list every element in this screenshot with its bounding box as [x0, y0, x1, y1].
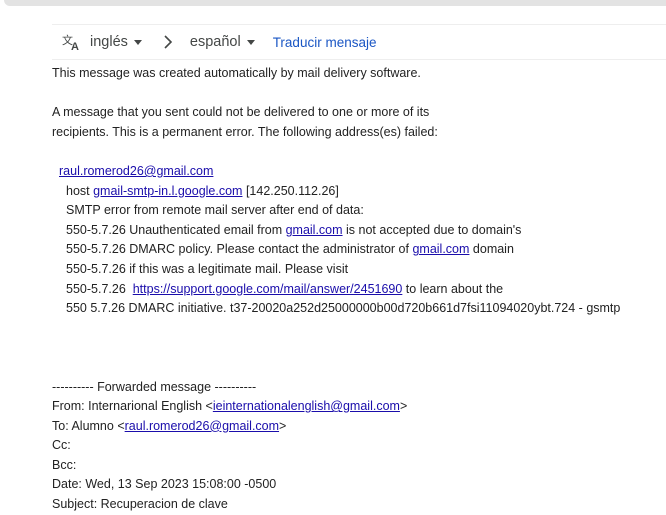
forwarded-subject: Subject: Recuperacion de clave [52, 497, 228, 512]
gmail-link[interactable]: gmail.com [286, 223, 343, 237]
from-close: > [399, 399, 408, 414]
text: domain [469, 242, 514, 257]
from-email-link[interactable]: ieinternationalenglish@gmail.com [213, 399, 400, 413]
from-label: From: Internarional English < [52, 399, 213, 414]
target-language-dropdown[interactable]: español [182, 34, 255, 50]
forwarded-cc: Cc: [52, 438, 71, 453]
message-body: This message was created automatically b… [52, 64, 620, 515]
to-label: To: Alumno < [52, 418, 125, 433]
text: 550-5.7.26 [66, 281, 133, 296]
auto-note: This message was created automatically b… [52, 66, 421, 80]
error-550-line-2: 550-5.7.26 DMARC policy. Please contact … [52, 240, 620, 260]
translate-bar: 文 A inglés español Traducir mensaje [52, 24, 666, 60]
failed-address-row: raul.romerod26@gmail.com [52, 162, 620, 182]
source-language-dropdown[interactable]: inglés [82, 34, 142, 50]
forwarded-to: To: Alumno <raul.romerod26@gmail.com> [52, 417, 620, 437]
source-language-label: inglés [90, 34, 128, 50]
error-550-line-5: 550 5.7.26 DMARC initiative. t37-20020a2… [66, 301, 621, 316]
target-language-label: español [189, 34, 241, 50]
host-ip: [142.250.112.26] [242, 183, 339, 198]
forwarded-header: ---------- Forwarded message ---------- [52, 379, 257, 394]
error-line-2: recipients. This is a permanent error. T… [52, 124, 438, 139]
top-strip [0, 0, 666, 8]
error-550-line-1: 550-5.7.26 Unauthenticated email from gm… [52, 221, 620, 241]
host-link[interactable]: gmail-smtp-in.l.google.com [93, 184, 242, 198]
chevron-right-icon [162, 35, 174, 49]
translate-icon: 文 A [62, 32, 82, 53]
chevron-down-icon [246, 39, 255, 45]
error-550-line-3: 550-5.7.26 if this was a legitimate mail… [66, 261, 349, 276]
to-email-link[interactable]: raul.romerod26@gmail.com [125, 419, 279, 433]
error-line-1: A message that you sent could not be del… [52, 105, 430, 120]
forwarded-bcc: Bcc: [52, 457, 77, 472]
host-line: host gmail-smtp-in.l.google.com [142.250… [52, 182, 620, 202]
failed-address-link[interactable]: raul.romerod26@gmail.com [59, 164, 213, 178]
gmail-link[interactable]: gmail.com [412, 242, 469, 256]
smtp-error-line: SMTP error from remote mail server after… [66, 203, 364, 218]
to-close: > [279, 418, 287, 433]
text: is not accepted due to domain's [342, 222, 522, 237]
error-550-line-4: 550-5.7.26 https://support.google.com/ma… [52, 280, 620, 300]
host-prefix: host [66, 183, 94, 198]
forwarded-from: From: Internarional English <ieinternati… [52, 397, 620, 417]
chevron-down-icon [133, 39, 142, 45]
text: 550-5.7.26 Unauthenticated email from [66, 222, 286, 237]
translate-message-link[interactable]: Traducir mensaje [273, 35, 377, 50]
text: to learn about the [402, 281, 504, 296]
text: 550-5.7.26 DMARC policy. Please contact … [66, 242, 413, 257]
svg-text:A: A [71, 41, 79, 52]
support-link[interactable]: https://support.google.com/mail/answer/2… [133, 282, 403, 296]
forwarded-date: Date: Wed, 13 Sep 2023 15:08:00 -0500 [52, 477, 277, 492]
